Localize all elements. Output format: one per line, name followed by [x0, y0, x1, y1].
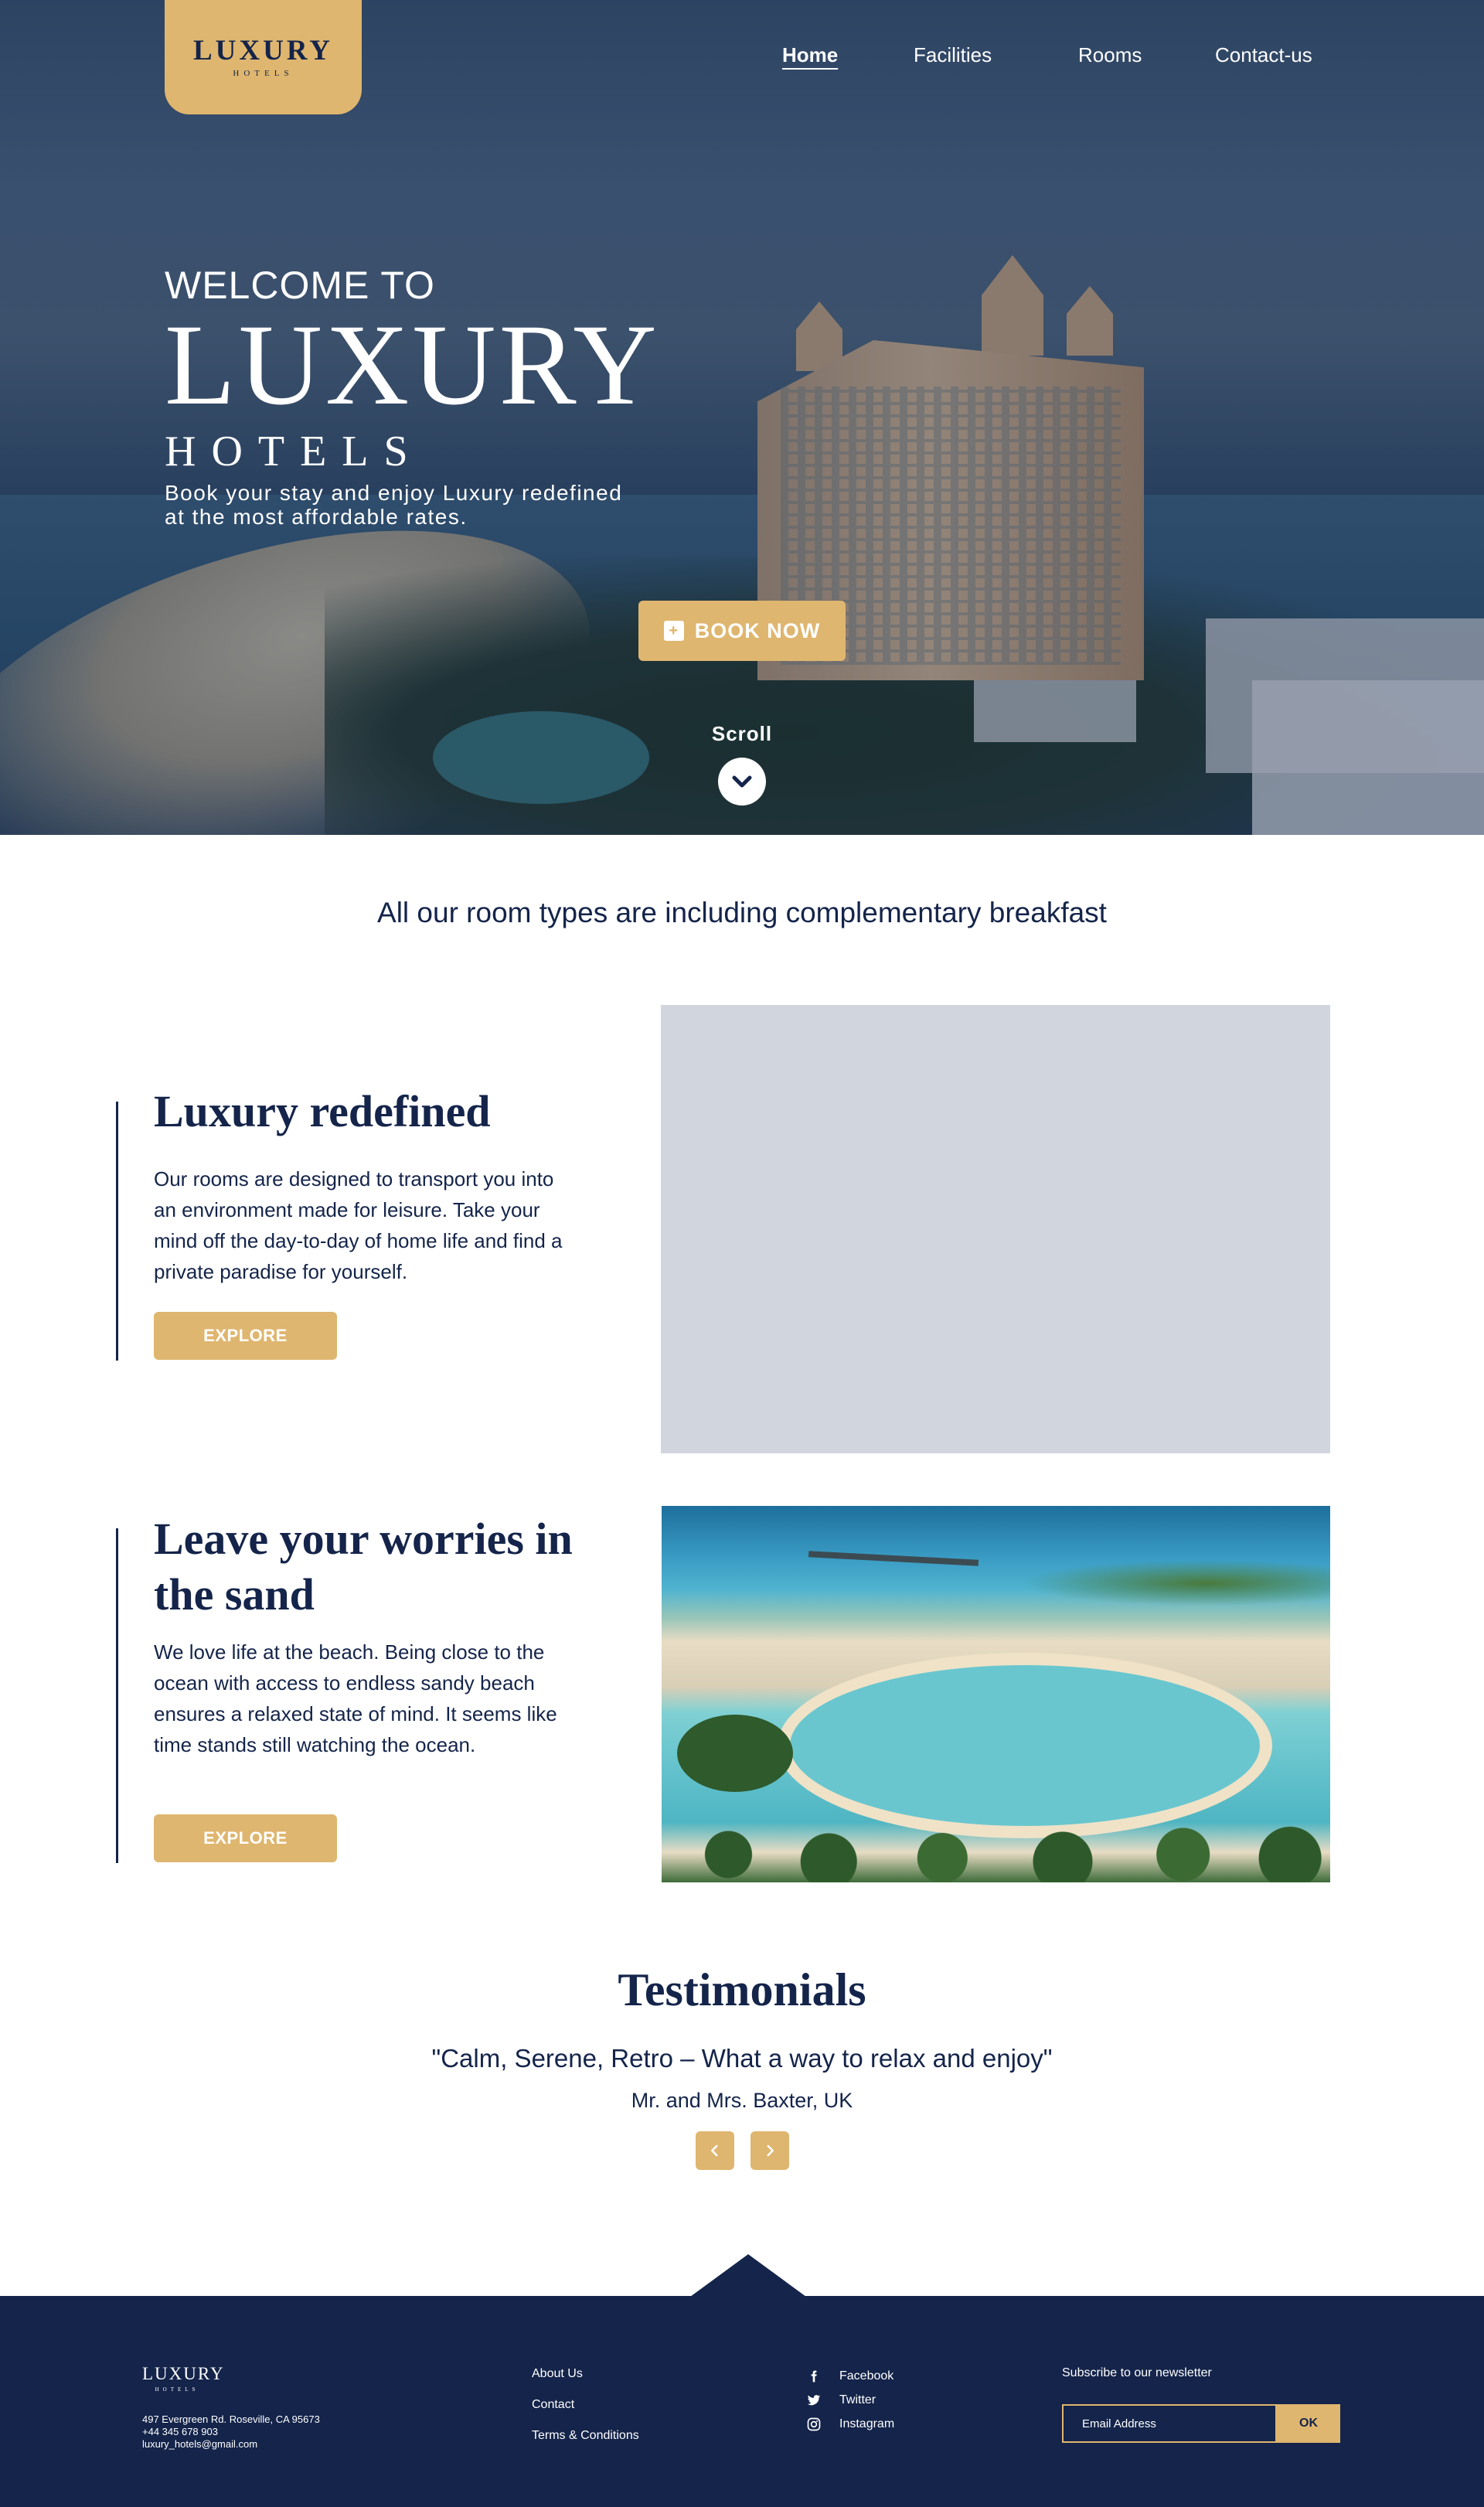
facebook-label: Facebook — [839, 2369, 894, 2383]
newsletter-ok-button[interactable]: OK — [1277, 2404, 1340, 2443]
feature-title: Leave your worries in the sand — [154, 1514, 573, 1620]
nav-rooms[interactable]: Rooms — [1078, 43, 1142, 71]
footer-social-instagram[interactable]: Instagram — [807, 2417, 894, 2431]
footer-phone: +44 345 678 903 — [142, 2426, 218, 2437]
instagram-icon — [807, 2417, 821, 2431]
logo-name: LUXURY — [193, 35, 333, 66]
newsletter-email-input[interactable] — [1062, 2404, 1277, 2443]
footer-social-twitter[interactable]: Twitter — [807, 2393, 876, 2407]
twitter-icon — [807, 2393, 821, 2407]
explore-button[interactable]: EXPLORE — [154, 1312, 337, 1360]
testimonial-prev-button[interactable] — [696, 2131, 734, 2170]
book-now-label: BOOK NOW — [694, 618, 821, 642]
footer-logo-sub: HOTELS — [155, 2386, 199, 2393]
hero-tagline: Book your stay and enjoy Luxury redefine… — [165, 481, 623, 529]
feature-text: Our rooms are designed to transport you … — [154, 1167, 563, 1283]
footer-logo[interactable]: LUXURY — [142, 2364, 225, 2384]
footer-link-terms[interactable]: Terms & Conditions — [532, 2429, 639, 2443]
footer-address: 497 Evergreen Rd. Roseville, CA 95673 — [142, 2413, 320, 2425]
calendar-plus-icon — [663, 621, 684, 641]
footer-link-contact[interactable]: Contact — [532, 2398, 574, 2412]
hero-subtitle: HOTELS — [165, 427, 424, 475]
footer-social-facebook[interactable]: Facebook — [807, 2369, 893, 2383]
chevron-right-icon — [767, 2144, 774, 2157]
breakfast-note: All our room types are including complem… — [377, 897, 1107, 928]
footer-link-about-us[interactable]: About Us — [532, 2367, 583, 2381]
beach-lagoon-image — [662, 1506, 1330, 1882]
nav-contact-us[interactable]: Contact-us — [1215, 43, 1312, 71]
hero-section: LUXURY HOTELS Home Facilities Rooms Cont… — [0, 0, 1484, 835]
testimonial-next-button[interactable] — [751, 2131, 789, 2170]
nav-facilities[interactable]: Facilities — [914, 43, 992, 71]
feature-divider — [116, 1102, 118, 1361]
scroll-button[interactable] — [718, 758, 766, 806]
testimonial-author: Mr. and Mrs. Baxter, UK — [631, 2089, 853, 2112]
feature-text: We love life at the beach. Being close t… — [154, 1640, 557, 1756]
newsletter-title: Subscribe to our newsletter — [1062, 2366, 1212, 2379]
chevron-left-icon — [710, 2144, 718, 2157]
testimonial-quote: "Calm, Serene, Retro – What a way to rel… — [431, 2044, 1053, 2073]
room-image-placeholder — [661, 1005, 1330, 1453]
testimonials-title: Testimonials — [618, 1964, 866, 2015]
logo[interactable]: LUXURY HOTELS — [165, 0, 362, 114]
twitter-label: Twitter — [839, 2393, 876, 2407]
scroll-label: Scroll — [711, 722, 773, 745]
nav-home[interactable]: Home — [782, 43, 838, 71]
logo-sub: HOTELS — [233, 69, 294, 78]
hero-title: LUXURY — [165, 301, 660, 429]
chevron-down-icon — [732, 775, 752, 788]
hero-text: WELCOME TO LUXURY HOTELS Book your stay … — [165, 263, 660, 529]
footer-peak — [690, 2254, 806, 2297]
facebook-icon — [807, 2369, 821, 2383]
book-now-button[interactable]: BOOK NOW — [638, 601, 846, 661]
explore-button[interactable]: EXPLORE — [154, 1814, 337, 1862]
feature-title: Luxury redefined — [154, 1086, 491, 1136]
footer-email: luxury_hotels@gmail.com — [142, 2438, 258, 2450]
footer — [0, 2296, 1484, 2507]
instagram-label: Instagram — [839, 2417, 895, 2430]
feature-divider — [116, 1528, 118, 1863]
